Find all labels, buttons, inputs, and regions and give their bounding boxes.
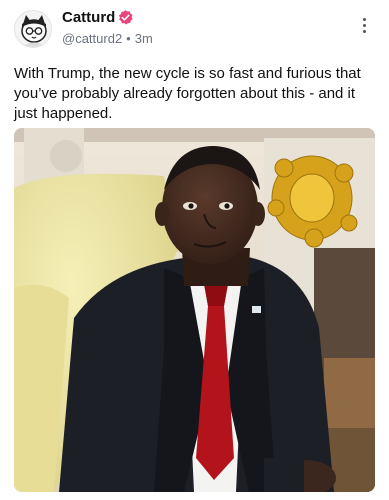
- post-text: With Trump, the new cycle is so fast and…: [14, 65, 361, 122]
- post-card: Catturd @catturd2 • 3m With Trump, the new…: [0, 0, 389, 500]
- avatar[interactable]: [14, 10, 52, 48]
- author-display-name[interactable]: Catturd: [62, 9, 115, 26]
- cat-avatar-icon: [15, 11, 51, 47]
- more-vertical-icon[interactable]: [356, 18, 372, 38]
- post-media-image[interactable]: [14, 128, 375, 492]
- post-header: Catturd @catturd2 • 3m: [0, 0, 389, 56]
- verified-check-icon: [117, 9, 134, 26]
- meta-separator: •: [126, 31, 131, 46]
- post-meta: @catturd2 • 3m: [62, 31, 153, 46]
- author-handle[interactable]: @catturd2: [62, 31, 122, 46]
- media-image: [14, 128, 375, 492]
- post-time[interactable]: 3m: [135, 31, 153, 46]
